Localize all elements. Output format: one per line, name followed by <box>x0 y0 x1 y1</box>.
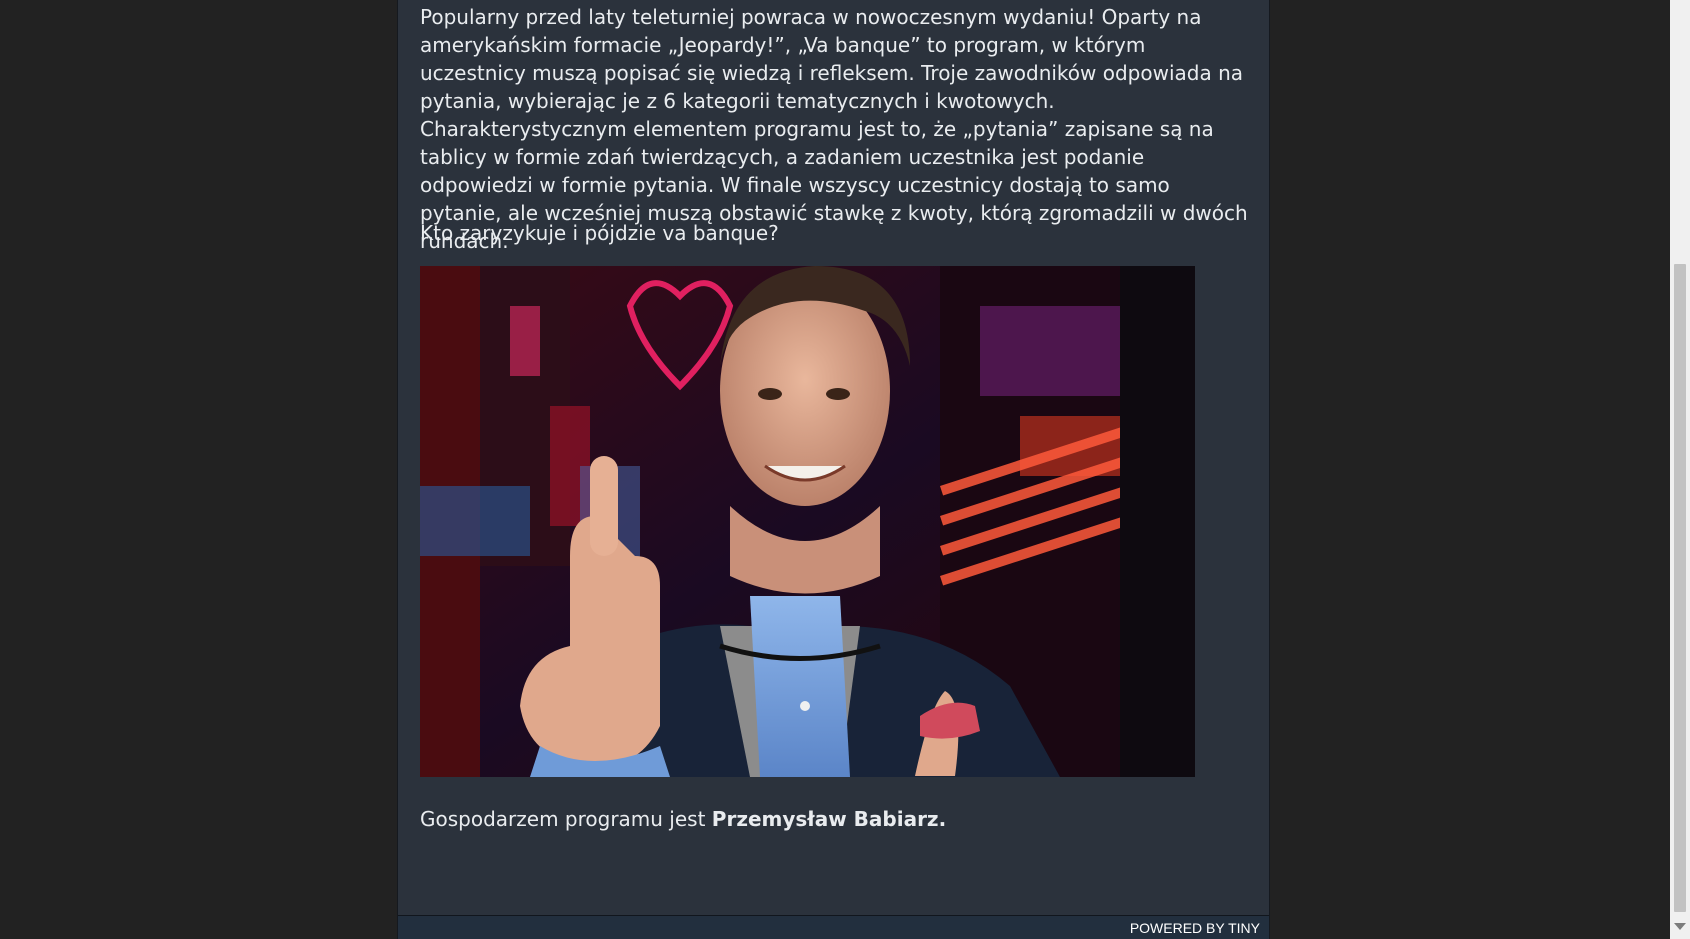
host-prefix-text: Gospodarzem programu jest <box>420 807 712 831</box>
intro-paragraph[interactable]: Popularny przed laty teleturniej powraca… <box>420 3 1250 255</box>
host-name-text: Przemysław Babiarz. <box>711 807 947 831</box>
host-paragraph[interactable]: Gospodarzem programu jest Przemysław Bab… <box>420 805 1250 833</box>
scrollbar-thumb[interactable] <box>1674 264 1686 912</box>
scroll-down-arrow-icon[interactable] <box>1674 923 1686 930</box>
host-photo[interactable] <box>420 266 1195 777</box>
editor-statusbar: POWERED BY TINY <box>398 915 1269 939</box>
host-photo-illustration <box>420 266 1195 777</box>
question-paragraph[interactable]: Kto zaryzykuje i pójdzie va banque? <box>420 219 1250 247</box>
rich-text-editor[interactable]: Popularny przed laty teleturniej powraca… <box>397 0 1270 939</box>
vertical-scrollbar[interactable] <box>1670 0 1690 939</box>
page-viewport: Popularny przed laty teleturniej powraca… <box>0 0 1670 939</box>
powered-by-tiny-link[interactable]: POWERED BY TINY <box>1130 919 1260 937</box>
